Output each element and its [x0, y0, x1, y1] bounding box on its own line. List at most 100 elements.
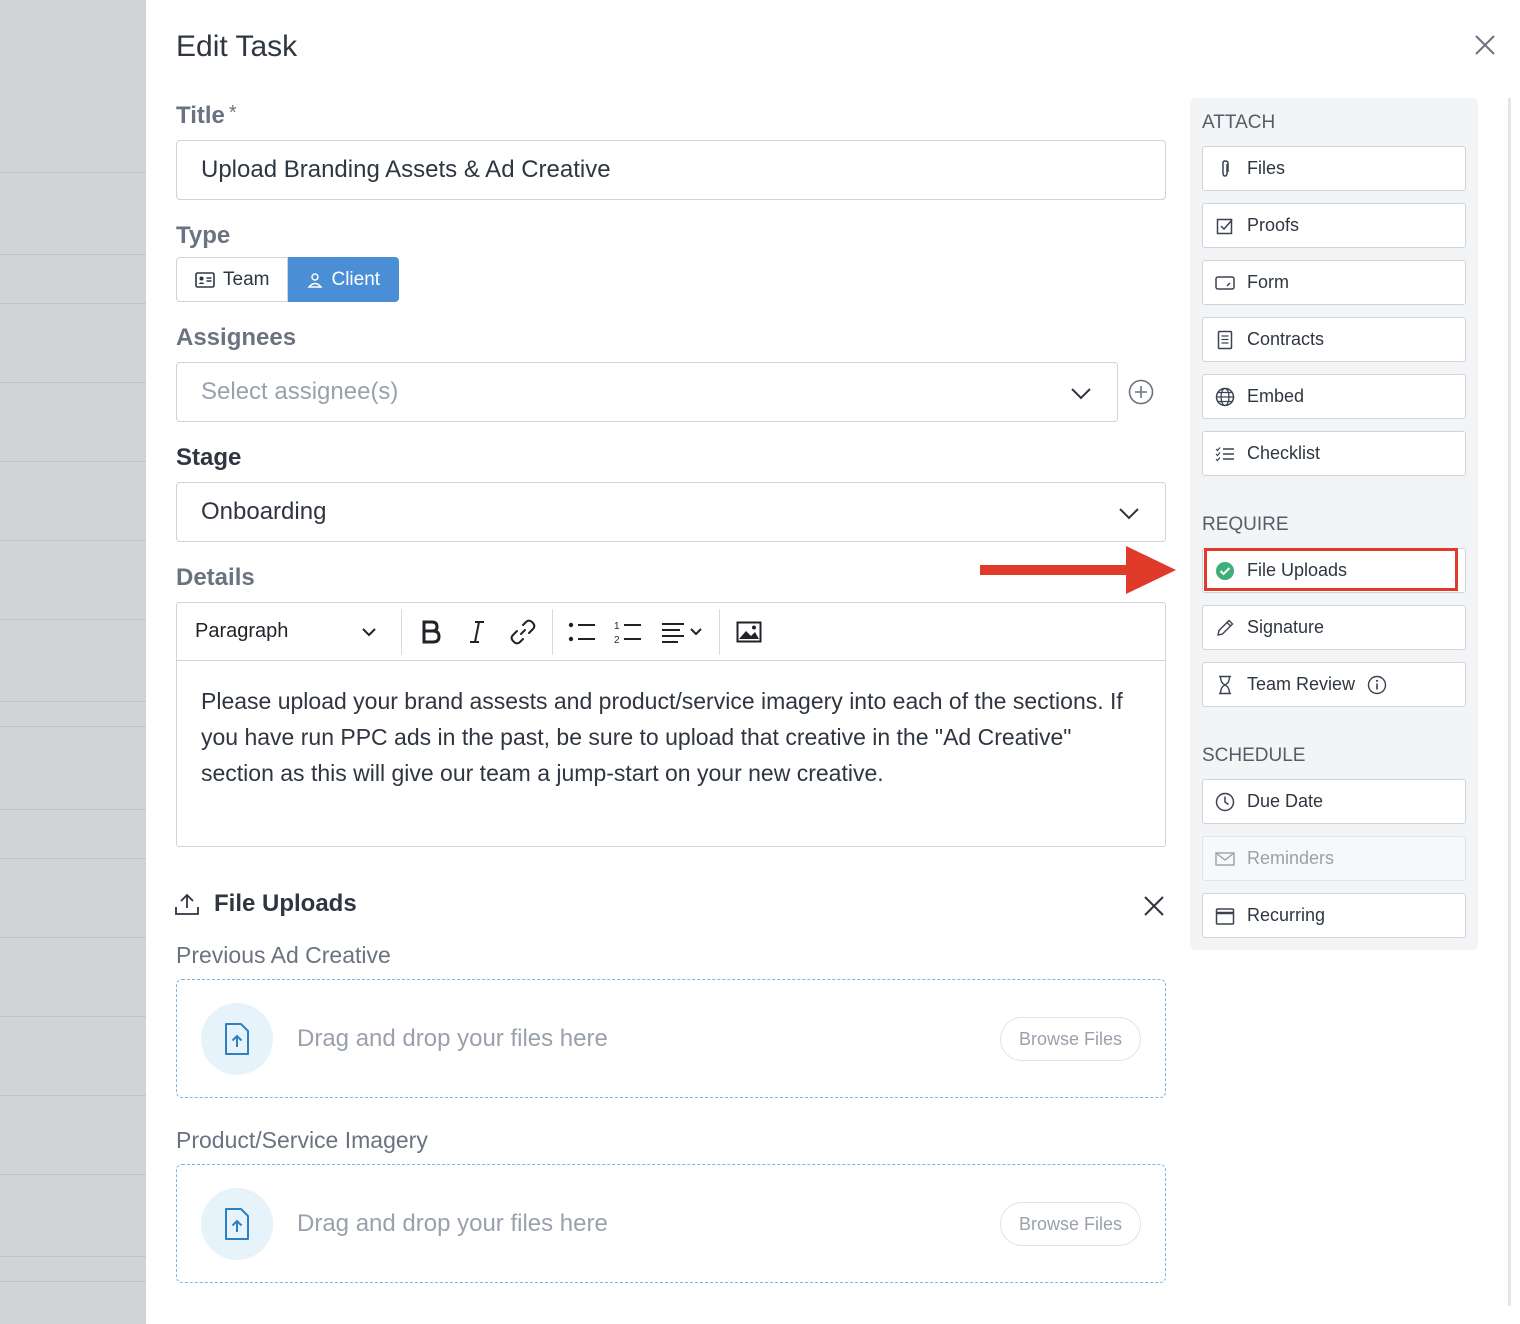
image-icon	[736, 621, 762, 642]
block-format-value: Paragraph	[195, 620, 289, 642]
form-icon	[1215, 273, 1235, 293]
scrollbar[interactable]	[1508, 98, 1511, 1306]
browse-files-button[interactable]: Browse Files	[999, 1202, 1141, 1246]
attach-embed-button[interactable]: Embed	[1202, 374, 1466, 419]
block-format-select[interactable]: Paragraph	[195, 620, 395, 643]
require-file-uploads-button[interactable]: File Uploads	[1202, 548, 1466, 593]
dropzone[interactable]: Drag and drop your files here Browse Fil…	[176, 1164, 1166, 1283]
italic-icon	[470, 620, 484, 643]
editor-content[interactable]: Please upload your brand assests and pro…	[177, 661, 1165, 813]
attach-form-button[interactable]: Form	[1202, 260, 1466, 305]
user-icon	[307, 272, 323, 288]
require-team-review-button[interactable]: Team Review	[1202, 662, 1466, 707]
checklist-icon	[1215, 444, 1235, 464]
add-assignee-icon[interactable]	[1128, 379, 1154, 405]
align-button[interactable]	[651, 609, 713, 655]
page-title: Edit Task	[176, 30, 298, 63]
schedule-heading: SCHEDULE	[1202, 745, 1306, 766]
upload-section-label: Previous Ad Creative	[176, 942, 391, 968]
attach-proofs-label: Proofs	[1247, 215, 1300, 235]
svg-text:2: 2	[614, 635, 620, 644]
chevron-down-icon	[1071, 388, 1091, 400]
attach-checklist-label: Checklist	[1247, 443, 1321, 463]
check-circle-icon	[1215, 561, 1235, 581]
attach-contracts-label: Contracts	[1247, 329, 1325, 349]
title-input-value: Upload Branding Assets & Ad Creative	[201, 156, 611, 183]
background-overlay	[0, 0, 146, 1324]
attach-embed-label: Embed	[1247, 386, 1305, 406]
dropzone[interactable]: Drag and drop your files here Browse Fil…	[176, 979, 1166, 1098]
assignees-select[interactable]: Select assignee(s)	[176, 362, 1118, 422]
type-toggle: Team Client	[176, 257, 400, 302]
bullet-list-icon	[568, 622, 595, 641]
options-sidebar: ATTACH Files Proofs Form Contracts Embed…	[1190, 98, 1478, 950]
file-upload-icon	[201, 1187, 273, 1260]
schedule-due-date-label: Due Date	[1247, 791, 1324, 811]
info-icon[interactable]	[1367, 675, 1387, 695]
stage-value: Onboarding	[201, 498, 327, 525]
require-signature-button[interactable]: Signature	[1202, 605, 1466, 650]
require-file-uploads-label: File Uploads	[1247, 560, 1348, 580]
document-icon	[1215, 330, 1235, 350]
schedule-due-date-button[interactable]: Due Date	[1202, 779, 1466, 824]
details-label: Details	[176, 564, 255, 591]
attach-files-button[interactable]: Files	[1202, 146, 1466, 191]
stage-label: Stage	[176, 444, 242, 471]
type-team-label: Team	[223, 268, 270, 290]
checkbox-icon	[1215, 216, 1235, 236]
dropzone-text: Drag and drop your files here	[297, 1024, 608, 1052]
hourglass-icon	[1215, 675, 1235, 695]
schedule-reminders-button[interactable]: Reminders	[1202, 836, 1466, 881]
edit-task-panel: Edit Task Title * Upload Branding Assets …	[146, 0, 1520, 1324]
type-team-button[interactable]: Team	[176, 257, 289, 302]
file-uploads-header: File Uploads	[174, 890, 357, 918]
paperclip-icon	[1215, 159, 1235, 179]
required-marker: *	[228, 102, 237, 124]
link-button[interactable]	[500, 609, 546, 655]
attach-files-label: Files	[1247, 158, 1286, 178]
attach-checklist-button[interactable]: Checklist	[1202, 431, 1466, 476]
insert-image-button[interactable]	[726, 609, 772, 655]
type-label: Type	[176, 222, 231, 249]
id-card-icon	[195, 271, 215, 288]
upload-icon	[175, 893, 199, 915]
numbered-list-button[interactable]: 1 2	[605, 609, 651, 655]
attach-contracts-button[interactable]: Contracts	[1202, 317, 1466, 362]
editor-toolbar: Paragraph 1 2	[177, 603, 1165, 661]
require-team-review-label: Team Review	[1247, 674, 1356, 694]
link-icon	[510, 619, 536, 644]
type-client-button[interactable]: Client	[288, 257, 400, 302]
attach-proofs-button[interactable]: Proofs	[1202, 203, 1466, 248]
title-input[interactable]: Upload Branding Assets & Ad Creative	[176, 140, 1166, 200]
bold-button[interactable]	[408, 609, 454, 655]
dropzone-text: Drag and drop your files here	[297, 1209, 608, 1237]
bullet-list-button[interactable]	[559, 609, 605, 655]
schedule-reminders-label: Reminders	[1247, 848, 1335, 868]
stage-select[interactable]: Onboarding	[176, 482, 1166, 542]
title-label: Title *	[176, 102, 237, 129]
remove-file-uploads-icon[interactable]	[1142, 894, 1166, 918]
file-upload-icon	[201, 1002, 273, 1075]
assignees-placeholder: Select assignee(s)	[201, 378, 399, 405]
browse-files-button[interactable]: Browse Files	[999, 1017, 1141, 1061]
numbered-list-icon: 1 2	[614, 621, 641, 644]
envelope-icon	[1215, 849, 1235, 869]
attach-heading: ATTACH	[1202, 112, 1276, 133]
rich-text-editor: Paragraph 1 2 Please upload your brand a…	[176, 602, 1166, 847]
schedule-recurring-button[interactable]: Recurring	[1202, 893, 1466, 938]
globe-icon	[1215, 387, 1235, 407]
bold-icon	[422, 620, 441, 643]
annotation-arrow-icon	[980, 546, 1176, 594]
align-left-icon	[662, 622, 702, 643]
chevron-down-icon	[1119, 508, 1139, 520]
require-heading: REQUIRE	[1202, 514, 1289, 535]
attach-form-label: Form	[1247, 272, 1289, 292]
italic-button[interactable]	[454, 609, 500, 655]
svg-text:1: 1	[614, 621, 620, 632]
clock-icon	[1215, 792, 1235, 812]
upload-section-label: Product/Service Imagery	[176, 1127, 428, 1153]
schedule-recurring-label: Recurring	[1247, 905, 1326, 925]
close-icon[interactable]	[1472, 32, 1498, 58]
pen-icon	[1215, 618, 1235, 638]
assignees-label: Assignees	[176, 324, 297, 351]
